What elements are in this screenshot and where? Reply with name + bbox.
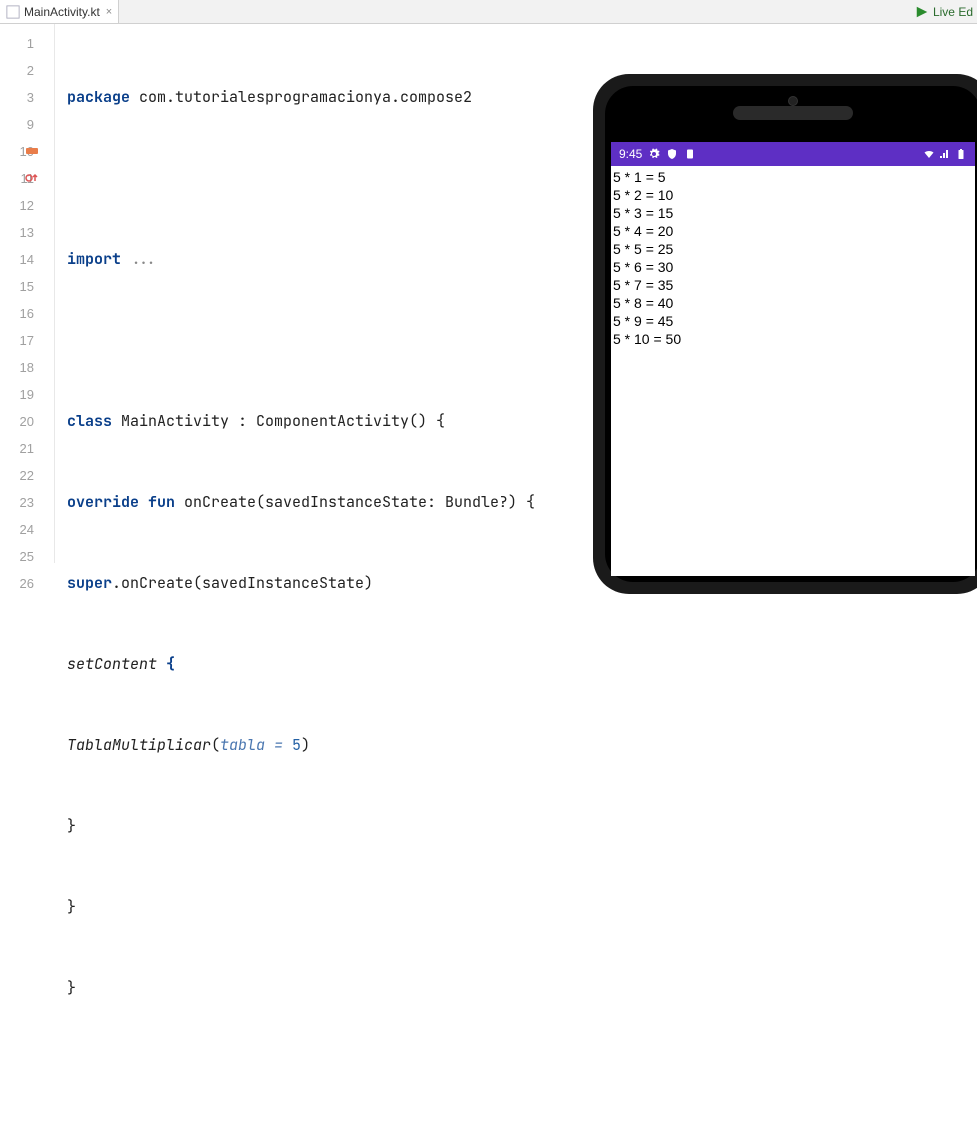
list-item: 5 * 6 = 30 (613, 258, 975, 276)
list-item: 5 * 7 = 35 (613, 276, 975, 294)
gutter-line: 22 (0, 462, 54, 489)
gutter-line: 1 (0, 30, 54, 57)
gutter-line: 9 (0, 111, 54, 138)
gutter-line: 13 (0, 219, 54, 246)
device-bezel: 9:45 5 * 1 = 5 5 * 2 = 10 5 * 3 = 15 (605, 86, 977, 582)
live-edit-label: Live Ed (933, 5, 973, 19)
structure-icon[interactable] (24, 143, 40, 159)
kotlin-file-icon (6, 5, 20, 19)
device-screen[interactable]: 9:45 5 * 1 = 5 5 * 2 = 10 5 * 3 = 15 (611, 142, 975, 576)
gutter-line: 26 (0, 570, 54, 597)
gutter-line: 23 (0, 489, 54, 516)
app-content: 5 * 1 = 5 5 * 2 = 10 5 * 3 = 15 5 * 4 = … (611, 166, 975, 348)
wifi-icon (923, 148, 935, 160)
gutter-line: 18 (0, 354, 54, 381)
live-edit-icon (915, 5, 929, 19)
device-speaker-icon (733, 106, 853, 120)
status-time: 9:45 (619, 147, 642, 161)
gutter-line: 2 (0, 57, 54, 84)
list-item: 5 * 5 = 25 (613, 240, 975, 258)
gutter-line: 16 (0, 300, 54, 327)
tab-mainactivity[interactable]: MainActivity.kt × (0, 0, 119, 23)
gutter-line: 10 (0, 138, 54, 165)
override-up-icon[interactable] (24, 170, 40, 186)
list-item: 5 * 3 = 15 (613, 204, 975, 222)
tab-filename: MainActivity.kt (24, 5, 100, 19)
list-item: 5 * 8 = 40 (613, 294, 975, 312)
battery-icon (955, 148, 967, 160)
gutter-line: 24 (0, 516, 54, 543)
gutter-line: 11 (0, 165, 54, 192)
android-status-bar: 9:45 (611, 142, 975, 166)
list-item: 5 * 2 = 10 (613, 186, 975, 204)
list-item: 5 * 10 = 50 (613, 330, 975, 348)
signal-icon (939, 148, 951, 160)
device-camera-icon (788, 96, 798, 106)
gutter-line: 12 (0, 192, 54, 219)
clipboard-icon (684, 148, 696, 160)
gutter-line: 3 (0, 84, 54, 111)
gutter-line: 25 (0, 543, 54, 570)
gutter-line: 14 (0, 246, 54, 273)
gear-icon (648, 148, 660, 160)
list-item: 5 * 1 = 5 (613, 168, 975, 186)
gutter-line: 15 (0, 273, 54, 300)
live-edit-button[interactable]: Live Ed (915, 5, 977, 19)
emulator-device: 9:45 5 * 1 = 5 5 * 2 = 10 5 * 3 = 15 (593, 74, 977, 594)
list-item: 5 * 4 = 20 (613, 222, 975, 240)
shield-icon (666, 148, 678, 160)
editor-area: 1 2 3 9 10 11 12 13 14 15 16 17 18 19 20… (0, 24, 977, 563)
gutter-line: 19 (0, 381, 54, 408)
gutter: 1 2 3 9 10 11 12 13 14 15 16 17 18 19 20… (0, 24, 55, 563)
editor-tab-bar: MainActivity.kt × Live Ed (0, 0, 977, 24)
list-item: 5 * 9 = 45 (613, 312, 975, 330)
gutter-line: 21 (0, 435, 54, 462)
close-icon[interactable]: × (106, 6, 112, 18)
gutter-line: 17 (0, 327, 54, 354)
gutter-line: 20 (0, 408, 54, 435)
